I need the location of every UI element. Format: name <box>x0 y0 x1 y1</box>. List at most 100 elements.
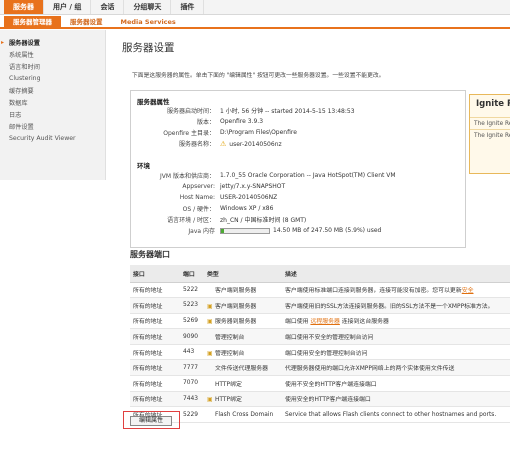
cell-port: 9090 <box>180 328 204 345</box>
prop-key: Appserver: <box>182 183 215 190</box>
subtab-server-settings[interactable]: 服务器设置 <box>61 16 112 27</box>
sidebar-item-security-audit[interactable]: Security Audit Viewer <box>0 132 105 144</box>
port-value: 7070 <box>183 380 198 387</box>
cell-port: 7777 <box>180 359 204 377</box>
description-text: 端口使用不安全的管理控制台访问 <box>285 335 374 342</box>
description-link[interactable]: 安全 <box>462 288 474 294</box>
port-value: 443 <box>183 349 195 356</box>
sidebar-item-locale[interactable]: 语言和时间 <box>0 60 105 72</box>
type-value: 客户端到服务器 <box>215 288 257 295</box>
sidebar-item-system-properties[interactable]: 系统属性 <box>0 48 105 60</box>
sidebar-item-label: 语言和时间 <box>9 63 40 71</box>
col-type: 类型 <box>204 265 282 283</box>
tab-group-chat[interactable]: 分组聊天 <box>124 0 172 14</box>
prop-value: 1.7.0_55 Oracle Corporation -- Java HotS… <box>220 172 396 179</box>
cell-description: 使用不安全的HTTP客户端连接端口 <box>282 375 510 392</box>
prop-key: Host Name: <box>179 194 215 201</box>
sidebar-item-label: Security Audit Viewer <box>9 134 76 142</box>
port-value: 7443 <box>183 395 198 402</box>
tab-users-groups[interactable]: 用户 / 组 <box>44 0 92 14</box>
cell-port: 5269 <box>180 313 204 330</box>
ports-heading: 服务器端口 <box>130 250 170 259</box>
subtab-media-services[interactable]: Media Services <box>112 16 185 27</box>
prop-key: 服务器名称： <box>178 141 215 148</box>
cell-type: ▣ 客户端到服务器 <box>204 297 282 314</box>
prop-row-home: Openfire 主目录： D:\Program Files\Openfire <box>131 128 461 137</box>
server-name-value: user-20140506nz <box>229 140 282 148</box>
prop-row-version: 版本： Openfire 3.9.3 <box>131 117 461 126</box>
prop-value: zh_CN / 中国标准时间 (8 GMT) <box>220 217 307 224</box>
port-value: 5223 <box>183 302 198 309</box>
interface-value: 所有的地址 <box>133 397 163 404</box>
cell-description: Service that allows Flash clients connec… <box>282 406 510 423</box>
description-text: Service that allows Flash clients connec… <box>285 411 497 418</box>
prop-value: jetty/7.x.y-SNAPSHOT <box>220 183 286 190</box>
port-value: 7777 <box>183 364 198 371</box>
ignite-link[interactable]: The Ignite Re <box>470 129 510 141</box>
sidebar-item-clustering[interactable]: Clustering <box>0 72 105 84</box>
cell-type: ▣ 服务器到服务器 <box>204 313 282 330</box>
interface-value: 所有的地址 <box>133 288 163 295</box>
interface-value: 所有的地址 <box>133 350 163 357</box>
port-value: 5222 <box>183 286 198 293</box>
type-value: Flash Cross Domain <box>215 411 274 418</box>
interface-value: 所有的地址 <box>133 303 163 310</box>
cell-interface: 所有的地址 <box>130 282 180 299</box>
col-port: 端口 <box>180 265 204 283</box>
prop-value: 1 小时, 56 分钟 -- started 2014-5-15 13:48:5… <box>220 108 355 115</box>
server-props-heading: 服务器属性 <box>137 98 170 106</box>
cell-description: 代理服务器使用的端口允许XMPP网络上的两个实体使用文件传送 <box>282 359 510 377</box>
sidebar-item-cache-summary[interactable]: 缓存摘要 <box>0 84 105 96</box>
env-row-locale: 语言环境 / 时区： zh_CN / 中国标准时间 (8 GMT) <box>131 215 461 224</box>
sidebar-item-server-settings[interactable]: ▸ 服务器设置 <box>0 36 105 48</box>
cell-port: 5229 <box>180 406 204 423</box>
sidebar-item-label: 数据库 <box>9 99 28 107</box>
edit-properties-button[interactable]: 编辑属性 <box>130 416 172 426</box>
cell-port: 5223 <box>180 297 204 314</box>
cell-type: 管理控制台 <box>204 328 282 345</box>
sidebar-item-database[interactable]: 数据库 <box>0 96 105 108</box>
description-text: 端口使用安全的管理控制台访问 <box>285 350 368 357</box>
description-link[interactable]: 远程服务器 <box>310 319 339 325</box>
tab-sessions[interactable]: 会话 <box>91 0 125 14</box>
cell-port: 443 <box>180 344 204 361</box>
prop-value: D:\Program Files\Openfire <box>220 129 297 136</box>
env-row-hostname: Host Name: USER-20140506NZ <box>131 193 461 202</box>
warning-icon: ⚠ <box>220 139 227 148</box>
ports-table: 接口 端口 类型 描述 所有的地址 5222 客户端到服务器 客户端使用标准端口连接到… <box>130 265 510 423</box>
table-row: 所有的地址5229Flash Cross DomainService that … <box>130 406 510 423</box>
env-heading: 环境 <box>137 162 150 170</box>
prop-row-uptime: 服务器启动时间： 1 小时, 56 分钟 -- started 2014-5-1… <box>131 106 461 115</box>
prop-value: USER-20140506NZ <box>220 194 278 201</box>
sidebar-item-label: 缓存摘要 <box>9 87 34 95</box>
table-row: 所有的地址 9090 管理控制台 端口使用不安全的管理控制台访问 <box>130 328 510 345</box>
prop-key: Openfire 主目录： <box>163 130 215 137</box>
tab-plugins[interactable]: 插件 <box>171 0 205 14</box>
table-row: 所有的地址 7443 ▣ HTTP绑定 使用安全的HTTP客户端连接端口 <box>130 391 510 408</box>
memory-text: 14.50 MB of 247.50 MB (5.9%) used <box>273 227 382 234</box>
ignite-title: Ignite Re <box>476 99 510 109</box>
prop-value: Windows XP / x86 <box>220 205 274 212</box>
type-value: 管理控制台 <box>215 335 245 342</box>
sidebar-item-logs[interactable]: 日志 <box>0 108 105 120</box>
intro-text: 下面是这服务器的属性。单击下面的 "编辑属性" 按钮可更改一些服务器设置。一些设… <box>132 73 385 79</box>
subtab-server-manager[interactable]: 服务器管理器 <box>4 16 61 27</box>
description-text: 客户端使用旧的SSL方法连接到服务器。旧的SSL方法不是一个XMPP标准方法。 <box>285 303 494 310</box>
cell-interface: 所有的地址 <box>130 328 180 345</box>
tab-server[interactable]: 服务器 <box>4 0 44 14</box>
prop-key: OS / 硬件： <box>182 206 215 213</box>
sidebar-item-email-settings[interactable]: 邮件设置 <box>0 120 105 132</box>
ignite-link[interactable]: The Ignite Re <box>470 117 510 129</box>
port-value: 5269 <box>183 317 198 324</box>
cell-interface: 所有的地址 <box>130 313 180 330</box>
cell-interface: 所有的地址 <box>130 297 180 314</box>
type-value: 文件传送代理服务器 <box>215 366 269 373</box>
lock-icon: ▣ <box>207 302 213 310</box>
port-value: 9090 <box>183 333 198 340</box>
cell-type: ▣ HTTP绑定 <box>204 391 282 408</box>
cell-description: 使用安全的HTTP客户端连接端口 <box>282 391 510 408</box>
env-row-appserver: Appserver: jetty/7.x.y-SNAPSHOT <box>131 182 461 191</box>
cell-interface: 所有的地址 <box>130 344 180 361</box>
type-value: 服务器到服务器 <box>215 319 257 326</box>
table-row: 所有的地址 443 ▣ 管理控制台 端口使用安全的管理控制台访问 <box>130 344 510 361</box>
